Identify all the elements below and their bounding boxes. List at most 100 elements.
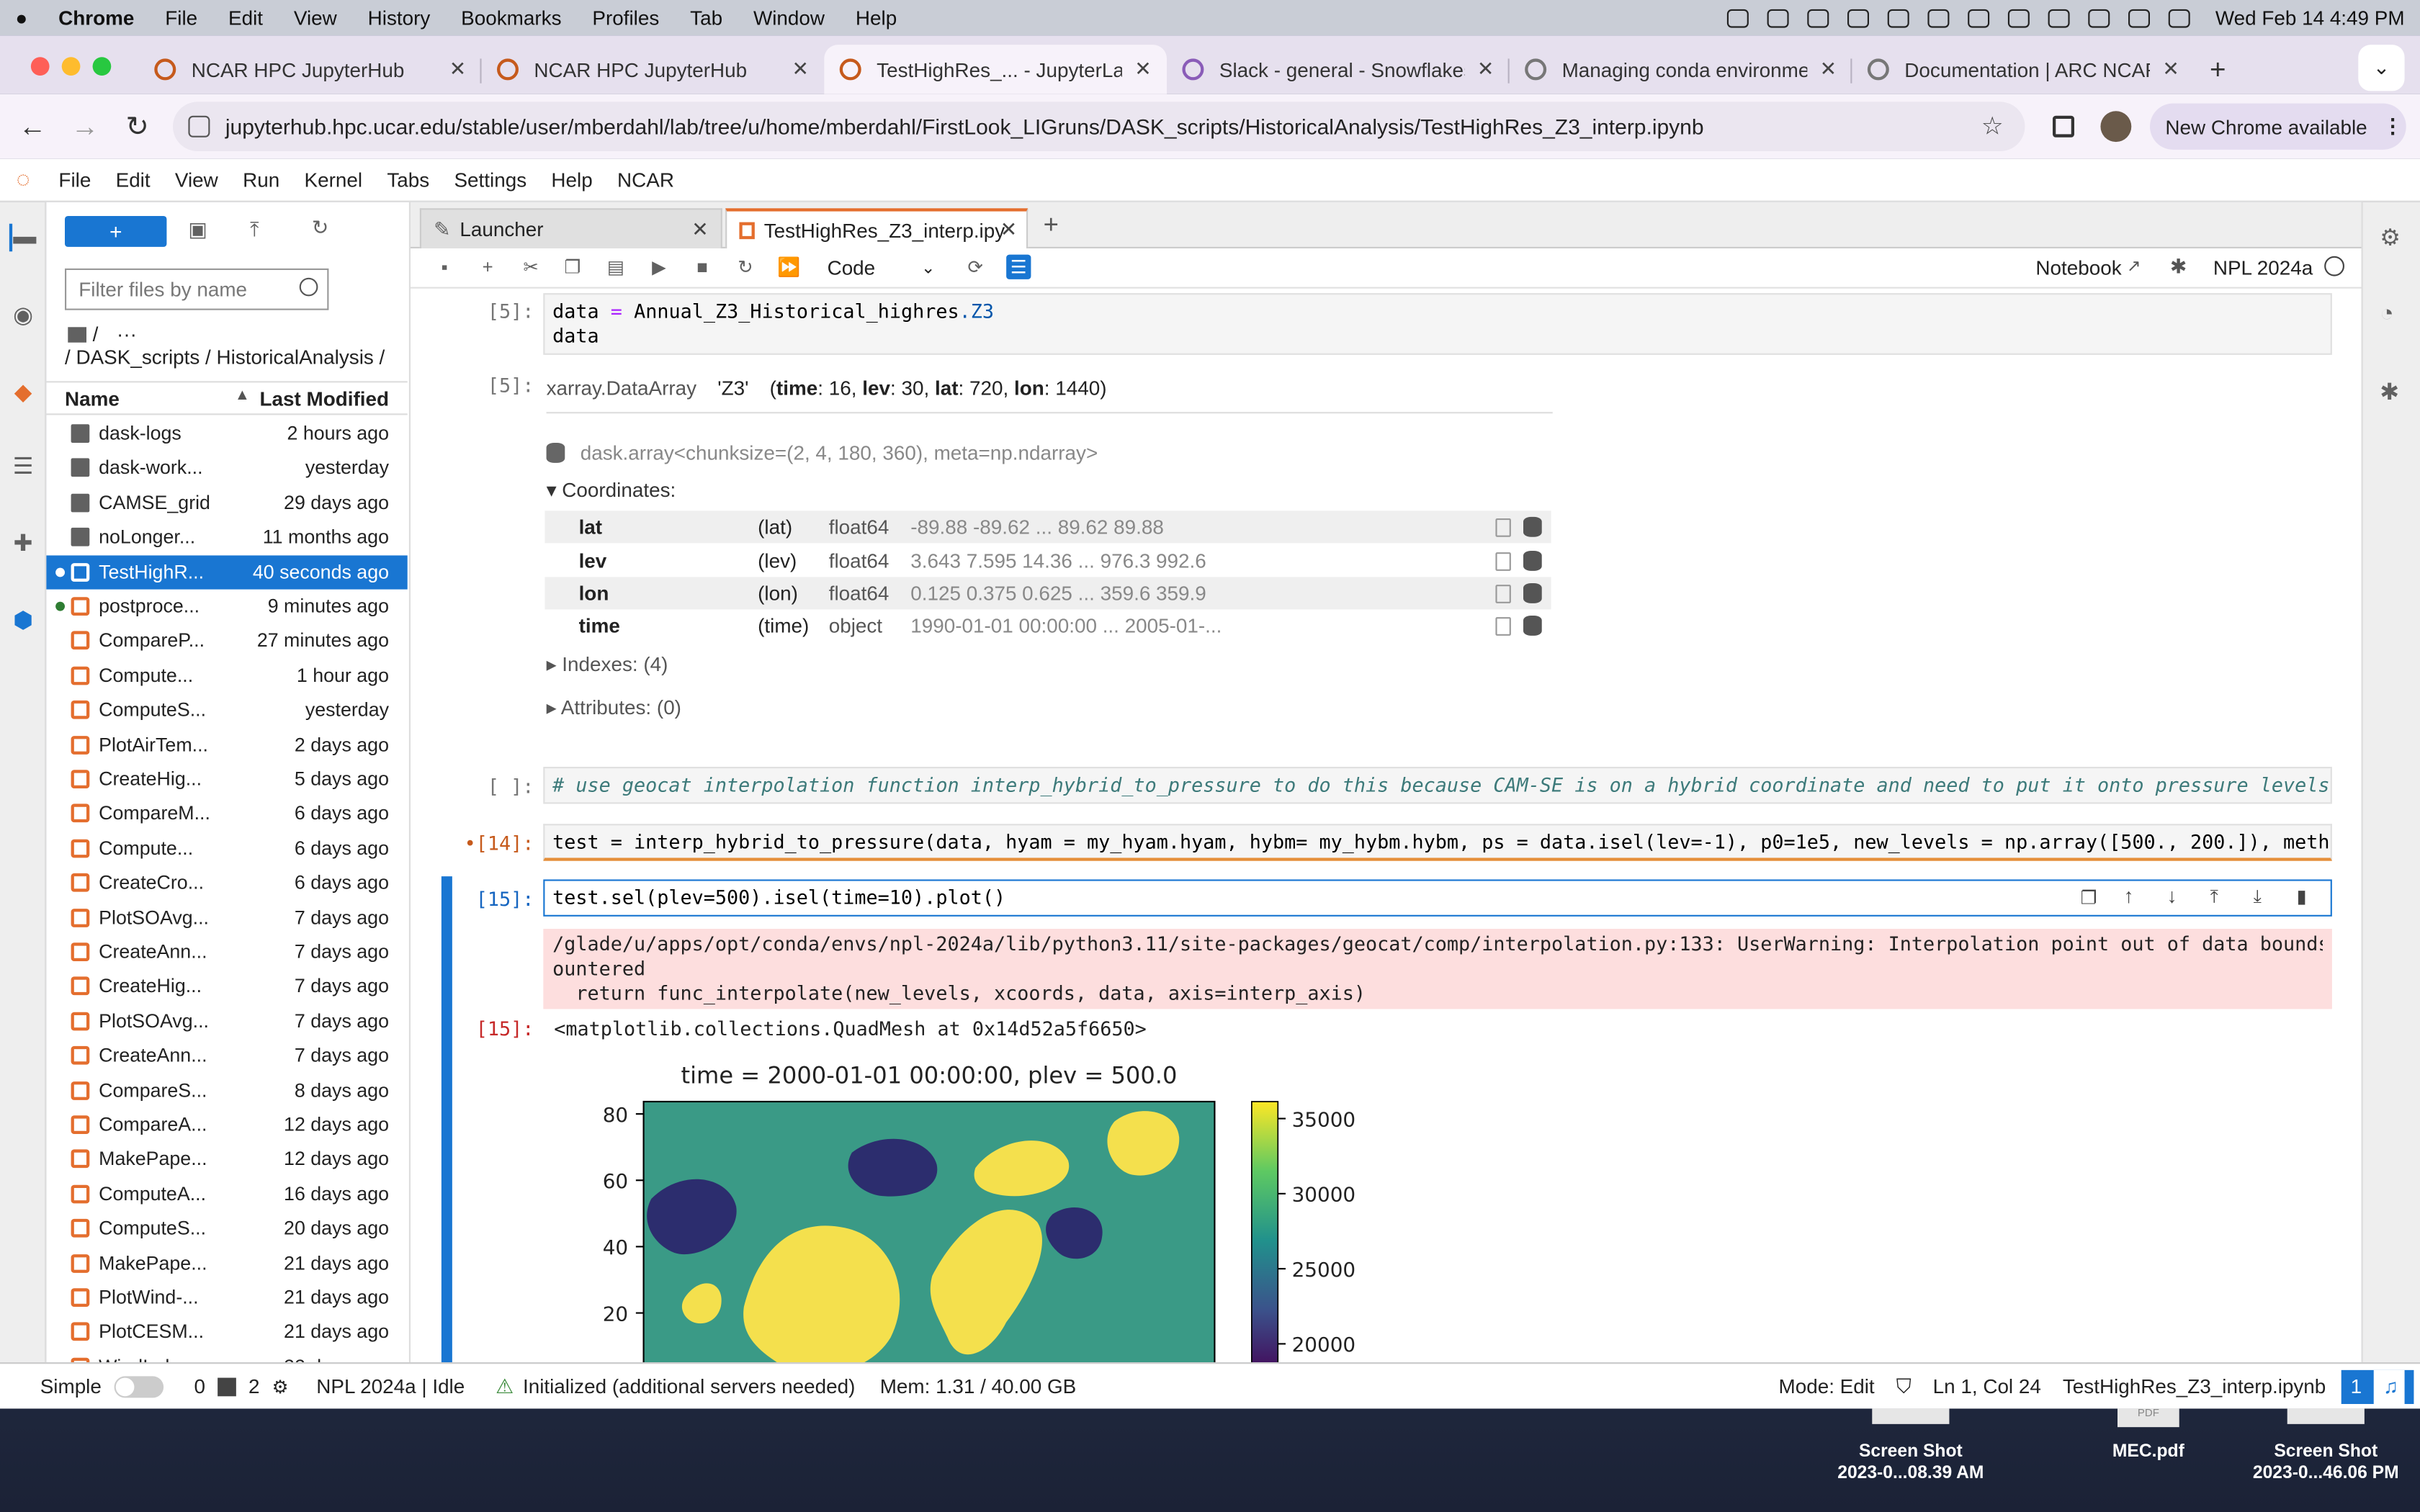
file-row[interactable]: CreateCro... 6 days ago (46, 866, 407, 900)
hub-control-icon[interactable]: ⬢ (9, 606, 37, 634)
site-info-icon[interactable] (188, 115, 210, 138)
move-down-icon[interactable]: ↓ (2167, 884, 2177, 907)
file-row[interactable]: noLonger... 11 months ago (46, 521, 407, 554)
show-attributes-icon[interactable] (1495, 585, 1511, 603)
copy-icon[interactable]: ❐ (560, 255, 585, 279)
delete-cell-icon[interactable]: ▮ (2297, 886, 2307, 907)
kebab-menu-icon[interactable]: ⋮ (2383, 114, 2403, 139)
file-row[interactable]: CreateHig... 7 days ago (46, 970, 407, 1004)
play-icon[interactable] (1888, 8, 1910, 27)
creative-cloud-icon[interactable] (1767, 8, 1790, 27)
property-inspector-gear-icon[interactable]: ⚙ (2380, 224, 2401, 251)
close-tab-icon[interactable]: ✕ (691, 217, 708, 241)
coordinates-toggle[interactable]: ▾ Coordinates: (547, 478, 676, 503)
menu-tab[interactable]: Tab (675, 6, 738, 30)
code-cell-input[interactable]: test = interp_hybrid_to_pressure(data, h… (543, 824, 2332, 861)
terminals-count[interactable]: 0 (194, 1374, 205, 1398)
notebook-label[interactable]: Notebook (2035, 256, 2121, 279)
column-last-modified[interactable]: Last Modified (259, 387, 389, 410)
apple-icon[interactable]: ● (0, 6, 43, 30)
run-icon[interactable]: ▶ (647, 255, 671, 279)
file-row[interactable]: Compute... 6 days ago (46, 832, 407, 865)
file-row[interactable]: PlotSOAvg... 7 days ago (46, 1004, 407, 1038)
file-browser-folder-icon[interactable]: ▬ (9, 223, 37, 252)
minimize-window-button[interactable] (61, 57, 81, 76)
home-folder-icon[interactable] (68, 326, 86, 342)
close-tab-icon[interactable]: ✕ (449, 57, 466, 81)
menu-file[interactable]: File (150, 6, 213, 30)
jmenu-view[interactable]: View (163, 168, 230, 192)
notifications-button[interactable]: 1 ♫ (2341, 1369, 2414, 1403)
close-window-button[interactable] (30, 57, 50, 76)
desktop-file-label[interactable]: MEC.pdf (2071, 1441, 2226, 1462)
debugger-bug-icon[interactable]: ✱ (2380, 378, 2399, 405)
stop-icon[interactable]: ■ (690, 255, 714, 279)
jmenu-tabs[interactable]: Tabs (375, 168, 442, 192)
code-cell-input[interactable]: data = Annual_Z3_Historical_highres.Z3 d… (543, 293, 2332, 355)
file-row[interactable]: MakePape... 21 days ago (46, 1246, 407, 1280)
headphones-icon[interactable] (1928, 8, 1950, 27)
kernel-status[interactable]: NPL 2024a | Idle (316, 1374, 465, 1398)
new-folder-icon[interactable]: ▣ (188, 217, 212, 242)
file-row[interactable]: PlotCESM... 21 days ago (46, 1315, 407, 1349)
file-row[interactable]: CompareA... 12 days ago (46, 1108, 407, 1142)
menubar-clock[interactable]: Wed Feb 14 4:49 PM (2200, 6, 2420, 30)
browser-tab-active[interactable]: TestHighRes_... - JupyterLab ✕ (824, 45, 1167, 94)
profile-avatar[interactable] (2100, 111, 2132, 143)
desktop-file-thumbnail[interactable] (1872, 1408, 1950, 1424)
file-row[interactable]: CompareS... 8 days ago (46, 1074, 407, 1107)
url-text[interactable]: jupyterhub.hpc.ucar.edu/stable/user/mber… (225, 114, 1704, 139)
dask-extension-icon[interactable]: ◆ (9, 378, 37, 405)
show-data-icon[interactable] (1523, 516, 1542, 537)
menu-window[interactable]: Window (738, 6, 841, 30)
control-center-icon[interactable] (2128, 8, 2151, 27)
file-row[interactable]: postproce... 9 minutes ago (46, 590, 407, 624)
menu-edit[interactable]: Edit (213, 6, 279, 30)
close-tab-icon[interactable]: ✕ (1000, 217, 1017, 242)
desktop-file-label[interactable]: Screen Shot 2023-0...08.39 AM (1803, 1441, 2019, 1484)
file-row[interactable]: PlotWind-... 21 days ago (46, 1281, 407, 1315)
jmenu-help[interactable]: Help (539, 168, 605, 192)
kernels-count[interactable]: 2 (248, 1374, 260, 1398)
new-launcher-button[interactable]: + (65, 216, 167, 247)
drive-icon[interactable] (1808, 8, 1830, 27)
file-row[interactable]: Compute... 1 hour ago (46, 659, 407, 693)
file-row[interactable]: TestHighR... 40 seconds ago (46, 554, 408, 589)
menu-extra-icon[interactable] (1847, 8, 1870, 27)
attributes-toggle[interactable]: ▸ Attributes: (0) (547, 696, 681, 720)
new-launcher-plus-icon[interactable]: + (1044, 210, 1059, 240)
desktop-file-label[interactable]: Screen Shot 2023-0...46.06 PM (2223, 1441, 2420, 1484)
file-row[interactable]: CompareM... 6 days ago (46, 797, 407, 831)
paste-icon[interactable]: ▤ (604, 255, 628, 279)
dropbox-icon[interactable] (1727, 8, 1749, 27)
back-arrow-icon[interactable]: ← (6, 110, 59, 143)
cell-type-select[interactable]: Code ⌄ (818, 253, 941, 284)
table-of-contents-icon[interactable]: ☰ (9, 452, 37, 480)
code-cell-input-active[interactable]: test.sel(plev=500).isel(time=10).plot() (543, 879, 2332, 917)
cursor-position[interactable]: Ln 1, Col 24 (1933, 1374, 2041, 1398)
close-tab-icon[interactable]: ✕ (792, 57, 808, 81)
file-row[interactable]: CompareP... 27 minutes ago (46, 624, 407, 658)
file-row[interactable]: ComputeS... yesterday (46, 693, 407, 727)
pdf-thumbnail[interactable]: PDF (2118, 1408, 2179, 1428)
menu-bookmarks[interactable]: Bookmarks (446, 6, 577, 30)
show-attributes-icon[interactable] (1495, 617, 1511, 636)
jmenu-kernel[interactable]: Kernel (292, 168, 375, 192)
insert-below-icon[interactable]: ⤓ (2254, 886, 2262, 909)
show-attributes-icon[interactable] (1495, 518, 1511, 537)
restart-icon[interactable]: ↻ (733, 255, 758, 279)
indexes-toggle[interactable]: ▸ Indexes: (4) (547, 652, 668, 677)
move-up-icon[interactable]: ↑ (2124, 884, 2134, 907)
close-tab-icon[interactable]: ✕ (1477, 57, 1494, 81)
file-row[interactable]: dask-logs 2 hours ago (46, 417, 407, 451)
file-row[interactable]: CAMSE_grid 29 days ago (46, 486, 407, 520)
tab-search-chevron-icon[interactable]: ⌄ (2358, 45, 2405, 91)
upload-icon[interactable]: ⤒ (250, 217, 274, 242)
jmenu-file[interactable]: File (46, 168, 103, 192)
menu-view[interactable]: View (278, 6, 352, 30)
battery-icon[interactable] (2008, 8, 2030, 27)
trusted-shield-icon[interactable]: ⛉ (1896, 1374, 1912, 1398)
spotlight-search-icon[interactable] (2089, 8, 2111, 27)
close-tab-icon[interactable]: ✕ (1820, 57, 1837, 81)
kernel-name[interactable]: NPL 2024a (2213, 256, 2313, 279)
